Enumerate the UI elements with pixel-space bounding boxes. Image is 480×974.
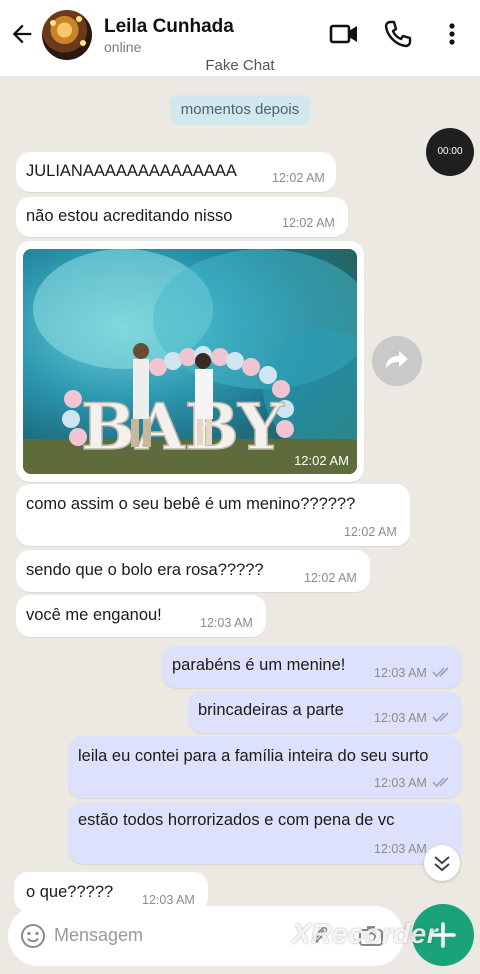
message-text: você me enganou! (26, 606, 162, 624)
message-bubble-outgoing[interactable]: leila eu contei para a família inteira d… (68, 736, 462, 798)
message-text: brincadeiras a parte (198, 701, 344, 719)
photo-scene: BABY (23, 249, 357, 474)
contact-status: online (104, 39, 142, 55)
message-time: 12:03 AM (374, 842, 427, 856)
message-bubble-outgoing[interactable]: estão todos horrorizados e com pena de v… (68, 802, 462, 864)
message-time: 12:03 AM (374, 776, 427, 790)
forward-icon[interactable] (372, 336, 422, 386)
message-bubble-incoming[interactable]: JULIANAAAAAAAAAAAAAA 12:02 AM (16, 152, 336, 192)
message-time: 12:02 AM (272, 171, 325, 185)
gender-reveal-photo[interactable]: BABY 12:02 AM (23, 249, 357, 474)
message-time: 12:03 AM (374, 666, 427, 680)
read-ticks-icon (432, 712, 449, 723)
message-text: parabéns é um menine! (172, 656, 346, 674)
contact-name[interactable]: Leila Cunhada (104, 16, 234, 38)
phone-icon[interactable] (382, 18, 414, 50)
message-text: não estou acreditando nisso (26, 207, 233, 225)
message-time: 12:02 AM (282, 216, 335, 230)
read-ticks-icon (432, 777, 449, 788)
recording-timer[interactable]: 00:00 (426, 128, 474, 176)
message-time: 12:03 AM (374, 711, 427, 725)
message-input[interactable]: Mensagem (54, 925, 143, 946)
message-time: 12:03 AM (142, 893, 195, 907)
message-text: estão todos horrorizados e com pena de v… (78, 811, 395, 829)
message-bubble-incoming[interactable]: você me enganou! 12:03 AM (16, 595, 266, 637)
baby-letters: BABY (81, 390, 285, 465)
message-text: sendo que o bolo era rosa????? (26, 561, 264, 579)
more-vertical-icon[interactable] (436, 18, 468, 50)
message-time: 12:03 AM (200, 616, 253, 630)
message-text: como assim o seu bebê é um menino?????? (26, 495, 356, 513)
image-message[interactable]: BABY 12:02 AM (16, 241, 364, 482)
scroll-to-bottom-button[interactable] (424, 845, 460, 881)
message-bubble-incoming[interactable]: não estou acreditando nisso 12:02 AM (16, 197, 348, 237)
watermark-logo: XRecorder (292, 918, 439, 949)
chat-header: Leila Cunhada online Fake Chat (0, 0, 480, 77)
image-time: 12:02 AM (294, 453, 349, 468)
message-bubble-outgoing[interactable]: parabéns é um menine! 12:03 AM (162, 646, 462, 688)
message-bubble-incoming[interactable]: como assim o seu bebê é um menino?????? … (16, 484, 410, 546)
emoji-icon[interactable] (20, 923, 46, 949)
message-text: leila eu contei para a família inteira d… (78, 747, 429, 765)
system-date-pill: momentos depois (170, 95, 310, 125)
message-bubble-outgoing[interactable]: brincadeiras a parte 12:03 AM (188, 691, 462, 733)
read-ticks-icon (432, 667, 449, 678)
app-subtitle: Fake Chat (205, 57, 275, 74)
message-time: 12:02 AM (344, 525, 397, 539)
back-arrow-icon[interactable] (8, 20, 36, 48)
message-text: JULIANAAAAAAAAAAAAAA (26, 162, 237, 180)
message-bubble-incoming[interactable]: sendo que o bolo era rosa????? 12:02 AM (16, 550, 370, 592)
message-text: o que????? (26, 883, 114, 901)
chevron-double-down-icon (434, 856, 450, 872)
message-time: 12:02 AM (304, 571, 357, 585)
avatar[interactable] (42, 10, 92, 60)
video-call-icon[interactable] (328, 18, 360, 50)
